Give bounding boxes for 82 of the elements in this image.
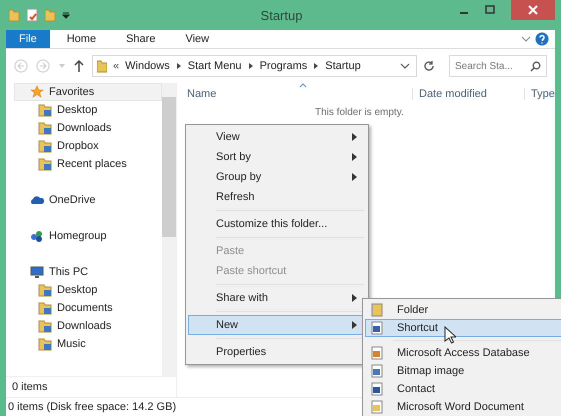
sidebar-item[interactable]: Documents — [6, 299, 162, 317]
breadcrumb[interactable]: Start Menu — [188, 60, 242, 72]
triangle-icon[interactable] — [248, 62, 254, 70]
scrollbar[interactable] — [162, 83, 176, 376]
monitor-icon — [30, 265, 44, 279]
sidebar-item[interactable]: Desktop — [6, 281, 162, 299]
file-icon — [370, 400, 384, 414]
star-icon — [30, 85, 44, 99]
sidebar-item[interactable]: Dropbox — [6, 137, 162, 155]
menu-item[interactable]: Contact — [365, 380, 561, 398]
homegroup-icon — [30, 229, 44, 243]
ribbon-tab[interactable]: File — [6, 30, 50, 48]
menu-item[interactable]: Share with — [188, 288, 366, 308]
menu-item[interactable]: Group by — [188, 167, 366, 187]
chevron-icon[interactable] — [400, 62, 410, 70]
sidebar-item[interactable]: This PC — [6, 263, 162, 281]
folder-icon — [38, 337, 52, 351]
overflow-chevron[interactable]: « — [113, 60, 120, 72]
search-icon — [530, 60, 541, 72]
triangle-icon[interactable] — [313, 62, 320, 70]
submenu-arrow-icon — [352, 133, 357, 141]
triangle-icon[interactable] — [176, 62, 182, 70]
address-bar[interactable]: « Windows Start Menu Programs Startup — [92, 55, 417, 77]
menu-item[interactable]: Refresh — [188, 187, 366, 207]
sidebar-item[interactable]: OneDrive — [6, 191, 162, 209]
folder-icon — [97, 60, 107, 72]
search-field[interactable]: Search Sta... — [449, 55, 547, 77]
folder-icon — [38, 139, 52, 153]
ribbon-tab[interactable]: View — [172, 30, 222, 48]
file-icon — [370, 303, 384, 317]
up-arrow-icon[interactable] — [74, 59, 84, 73]
refresh-icon[interactable] — [423, 60, 435, 72]
breadcrumb[interactable]: Startup — [325, 60, 361, 72]
sidebar-item[interactable]: Desktop — [6, 101, 162, 119]
ribbon-tab[interactable]: Share — [113, 30, 168, 48]
sidebar-item[interactable]: Recent places — [6, 155, 162, 173]
help-icon[interactable] — [535, 32, 549, 46]
menu-item[interactable]: Properties — [188, 342, 366, 362]
properties-icon[interactable] — [26, 8, 38, 22]
file-icon — [370, 346, 384, 360]
menu-item[interactable]: Microsoft Access Database — [365, 344, 561, 362]
maximize-icon[interactable] — [485, 5, 495, 15]
mouse-cursor-icon — [444, 326, 456, 344]
folder-icon — [38, 301, 52, 315]
sidebar-item[interactable]: Music — [6, 335, 162, 353]
folder-icon — [38, 319, 52, 333]
file-icon — [370, 382, 384, 396]
sort-caret-icon — [299, 83, 307, 88]
submenu-arrow-icon — [352, 173, 357, 181]
folder-icon — [38, 283, 52, 297]
menu-item[interactable]: Customize this folder... — [188, 214, 366, 234]
column-header[interactable]: Date modified — [412, 88, 524, 100]
status-text: 0 items (Disk free space: 14.2 GB) — [8, 401, 176, 413]
empty-folder-message: This folder is empty. — [315, 107, 405, 118]
menu-item[interactable]: Shortcut — [365, 319, 561, 337]
sidebar-item[interactable]: Homegroup — [6, 227, 162, 245]
close-icon — [528, 5, 538, 15]
submenu-arrow-icon — [352, 153, 357, 161]
breadcrumb[interactable]: Windows — [125, 60, 170, 72]
folder-icon — [38, 121, 52, 135]
breadcrumb[interactable]: Programs — [260, 60, 308, 72]
menu-item[interactable]: View — [188, 127, 366, 147]
column-header[interactable]: Type — [524, 88, 555, 100]
folder-icon — [38, 157, 52, 171]
menu-item[interactable]: Bitmap image — [365, 362, 561, 380]
folder-icon — [38, 103, 52, 117]
file-icon — [370, 321, 384, 335]
submenu-arrow-icon — [352, 294, 357, 302]
item-count: 0 items — [12, 381, 48, 393]
sidebar-item[interactable]: Downloads — [6, 317, 162, 335]
column-header[interactable]: Name — [187, 88, 412, 100]
file-icon — [370, 364, 384, 378]
submenu-arrow-icon — [352, 321, 357, 329]
ribbon-tab[interactable]: Home — [54, 30, 110, 48]
close-button[interactable] — [511, 0, 555, 20]
menu-item[interactable]: Sort by — [188, 147, 366, 167]
menu-item[interactable]: Microsoft Word Document — [365, 398, 561, 416]
caret-icon[interactable] — [62, 11, 70, 19]
menu-item[interactable]: Folder — [365, 301, 561, 319]
sidebar-item[interactable]: Downloads — [6, 119, 162, 137]
sidebar-item[interactable]: Favorites — [14, 83, 162, 101]
window-title: Startup — [260, 8, 302, 22]
